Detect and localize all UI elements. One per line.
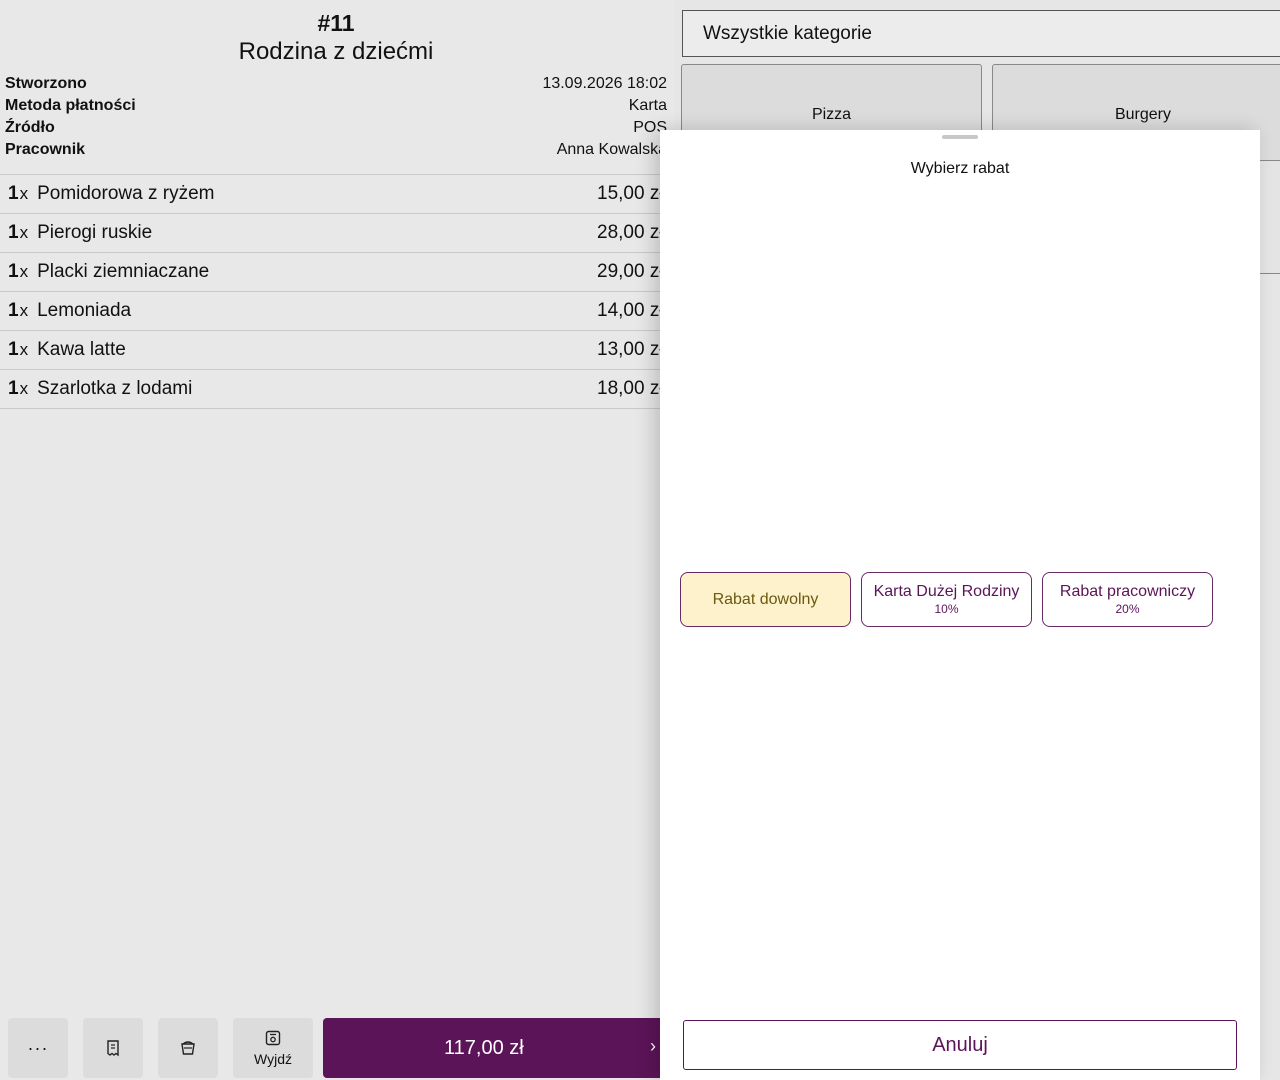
item-name: Kawa latte (37, 339, 126, 360)
discount-option-large-family-card[interactable]: Karta Dużej Rodziny 10% (861, 572, 1032, 627)
item-qty: 1 (8, 339, 19, 360)
meta-value: Anna Kowalska (556, 141, 667, 158)
meta-row-payment-method: Metoda płatności Karta (5, 95, 667, 117)
receipt-button[interactable] (83, 1018, 143, 1078)
discount-sheet: Wybierz rabat Rabat dowolny Karta Dużej … (660, 130, 1260, 1080)
item-name: Szarlotka z lodami (37, 378, 193, 399)
item-qty-x: x (19, 340, 29, 359)
item-qty: 1 (8, 300, 19, 321)
item-name: Pomidorowa z ryżem (37, 183, 215, 204)
item-qty: 1 (8, 183, 19, 204)
exit-label: Wyjdź (254, 1051, 292, 1067)
item-name: Pierogi ruskie (37, 222, 153, 243)
order-panel: #11 Rodzina z dziećmi Stworzono 13.09.20… (0, 0, 675, 1080)
item-qty-x: x (19, 301, 29, 320)
item-price: 18,00 zł (597, 378, 664, 399)
item-qty-x: x (19, 262, 29, 281)
total-amount: 117,00 zł (444, 1036, 524, 1059)
item-price: 15,00 zł (597, 183, 664, 204)
meta-label: Metoda płatności (5, 97, 136, 114)
receipt-icon (105, 1039, 121, 1057)
order-item[interactable]: 1x Placki ziemniaczane 29,00 zł (0, 253, 675, 292)
meta-label: Źródło (5, 119, 55, 136)
category-select[interactable]: Wszystkie kategorie (682, 10, 1280, 57)
meta-label: Pracownik (5, 141, 86, 158)
takeaway-cup-icon (179, 1039, 197, 1057)
meta-row-created: Stworzono 13.09.2026 18:02 (5, 73, 667, 95)
more-icon: ··· (27, 1037, 49, 1058)
discount-name: Karta Dużej Rodziny (873, 583, 1020, 600)
order-items-list: 1x Pomidorowa z ryżem 15,00 zł 1x Pierog… (0, 174, 675, 409)
pay-total-button[interactable]: 117,00 zł (323, 1018, 673, 1078)
save-icon (264, 1029, 282, 1047)
item-qty-x: x (19, 184, 29, 203)
item-price: 14,00 zł (597, 300, 664, 321)
item-price: 29,00 zł (597, 261, 664, 282)
order-number: #11 (317, 10, 355, 36)
item-qty-x: x (19, 379, 29, 398)
item-qty: 1 (8, 261, 19, 282)
discount-name: Rabat dowolny (712, 590, 819, 608)
item-qty: 1 (8, 378, 19, 399)
item-qty: 1 (8, 222, 19, 243)
order-item[interactable]: 1x Lemoniada 14,00 zł (0, 292, 675, 331)
chevron-right-icon: › (650, 1036, 656, 1056)
takeaway-button[interactable] (158, 1018, 218, 1078)
order-item[interactable]: 1x Pierogi ruskie 28,00 zł (0, 214, 675, 253)
more-options-button[interactable]: ··· (8, 1018, 68, 1078)
meta-row-employee: Pracownik Anna Kowalska (5, 139, 667, 161)
item-name: Lemoniada (37, 300, 132, 321)
order-name: Rodzina z dziećmi (238, 38, 434, 65)
meta-value: 13.09.2026 18:02 (542, 75, 667, 92)
sheet-title: Wybierz rabat (910, 160, 1010, 177)
meta-label: Stworzono (5, 75, 87, 92)
sheet-drag-handle[interactable] (942, 135, 978, 139)
order-item[interactable]: 1x Kawa latte 13,00 zł (0, 331, 675, 370)
discount-option-custom[interactable]: Rabat dowolny (680, 572, 851, 627)
meta-value: Karta (628, 97, 667, 114)
cancel-button[interactable]: Anuluj (683, 1020, 1237, 1070)
item-qty-x: x (19, 223, 29, 242)
item-price: 28,00 zł (597, 222, 664, 243)
exit-button[interactable]: Wyjdź (233, 1018, 313, 1078)
order-item[interactable]: 1x Pomidorowa z ryżem 15,00 zł (0, 175, 675, 214)
item-name: Placki ziemniaczane (37, 261, 210, 282)
order-item[interactable]: 1x Szarlotka z lodami 18,00 zł (0, 370, 675, 409)
discount-percent: 10% (934, 602, 959, 616)
discount-name: Rabat pracowniczy (1059, 583, 1196, 600)
discount-option-employee[interactable]: Rabat pracowniczy 20% (1042, 572, 1213, 627)
meta-row-source: Źródło POS (5, 117, 667, 139)
item-price: 13,00 zł (597, 339, 664, 360)
discount-percent: 20% (1115, 602, 1140, 616)
